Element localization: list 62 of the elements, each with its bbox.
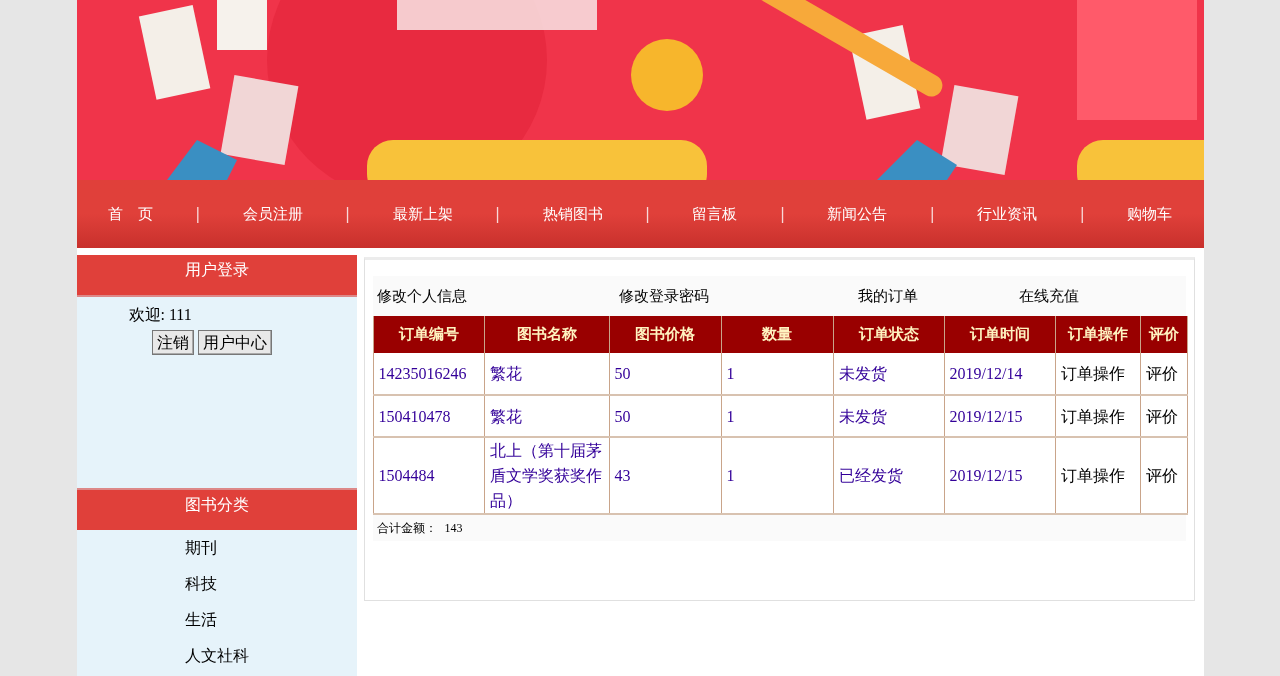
column-header: 数量 bbox=[721, 316, 833, 353]
panel-title: 图书分类 bbox=[184, 494, 249, 516]
menu-link[interactable]: 在线充值 bbox=[1018, 287, 1079, 305]
total-value: 143 bbox=[444, 520, 463, 537]
nav-separator: | bbox=[779, 203, 785, 225]
category-link[interactable]: 科技 bbox=[184, 574, 217, 593]
table-cell: 1 bbox=[721, 353, 833, 395]
total-label: 合计金额： bbox=[376, 520, 437, 537]
table-cell: 2019/12/14 bbox=[944, 353, 1055, 395]
table-cell: 2019/12/15 bbox=[944, 395, 1055, 437]
table-cell: 繁花 bbox=[484, 395, 609, 437]
table-cell: 订单操作 bbox=[1055, 437, 1140, 514]
table-cell: 订单操作 bbox=[1055, 395, 1140, 437]
button[interactable]: 用户中心 bbox=[197, 330, 272, 355]
nav-link[interactable]: 会员注册 bbox=[238, 202, 307, 226]
nav-link[interactable]: 热销图书 bbox=[538, 202, 607, 226]
table-cell: 150410478 bbox=[373, 395, 484, 437]
table-cell: 订单操作 bbox=[1055, 353, 1140, 395]
menu-link[interactable]: 我的订单 bbox=[857, 287, 918, 305]
nav-link[interactable]: 首 页 bbox=[103, 202, 157, 226]
column-header: 图书名称 bbox=[484, 316, 609, 353]
nav-link[interactable]: 行业资讯 bbox=[973, 202, 1042, 226]
welcome-text: 欢迎: 111 bbox=[128, 306, 192, 323]
nav-separator: | bbox=[1079, 203, 1085, 225]
table-cell: 2019/12/15 bbox=[944, 437, 1055, 514]
nav-link[interactable]: 留言板 bbox=[688, 202, 742, 226]
column-header: 订单时间 bbox=[944, 316, 1055, 353]
table-cell: 未发货 bbox=[833, 395, 944, 437]
table-cell: 评价 bbox=[1140, 353, 1187, 395]
column-header: 评价 bbox=[1140, 316, 1187, 353]
menu-link[interactable]: 修改个人信息 bbox=[376, 287, 467, 305]
table-cell: 50 bbox=[609, 353, 721, 395]
table-cell: 1504484 bbox=[373, 437, 484, 514]
nav-separator: | bbox=[929, 203, 935, 225]
table-cell: 50 bbox=[609, 395, 721, 437]
nav-separator: | bbox=[644, 203, 651, 225]
table-cell: 1 bbox=[721, 395, 833, 437]
column-header: 订单状态 bbox=[833, 316, 944, 353]
table-cell: 43 bbox=[609, 437, 721, 514]
table-cell: 已经发货 bbox=[833, 437, 944, 514]
category-link[interactable]: 期刊 bbox=[184, 538, 217, 557]
nav-link[interactable]: 最新上架 bbox=[388, 202, 457, 226]
category-link[interactable]: 人文社科 bbox=[184, 646, 249, 665]
column-header: 订单操作 bbox=[1055, 316, 1140, 353]
table-cell: 1 bbox=[721, 437, 833, 514]
table-cell: 评价 bbox=[1140, 437, 1187, 514]
table-cell: 北上（第十届茅盾文学奖获奖作品） bbox=[484, 437, 609, 514]
table-cell: 未发货 bbox=[833, 353, 944, 395]
table-cell: 14235016246 bbox=[373, 353, 484, 395]
menu-link[interactable]: 修改登录密码 bbox=[618, 287, 709, 305]
nav-link[interactable]: 购物车 bbox=[1123, 202, 1177, 226]
nav-separator: | bbox=[195, 203, 201, 225]
nav-link[interactable]: 新闻公告 bbox=[823, 202, 892, 226]
table-cell: 繁花 bbox=[484, 353, 609, 395]
table-cell: 评价 bbox=[1140, 395, 1187, 437]
nav-separator: | bbox=[495, 203, 501, 225]
category-link[interactable]: 生活 bbox=[184, 610, 217, 629]
column-header: 订单编号 bbox=[373, 316, 484, 353]
nav-separator: | bbox=[345, 203, 351, 225]
column-header: 图书价格 bbox=[609, 316, 721, 353]
button[interactable]: 注销 bbox=[151, 330, 194, 355]
panel-title: 用户登录 bbox=[184, 259, 249, 281]
